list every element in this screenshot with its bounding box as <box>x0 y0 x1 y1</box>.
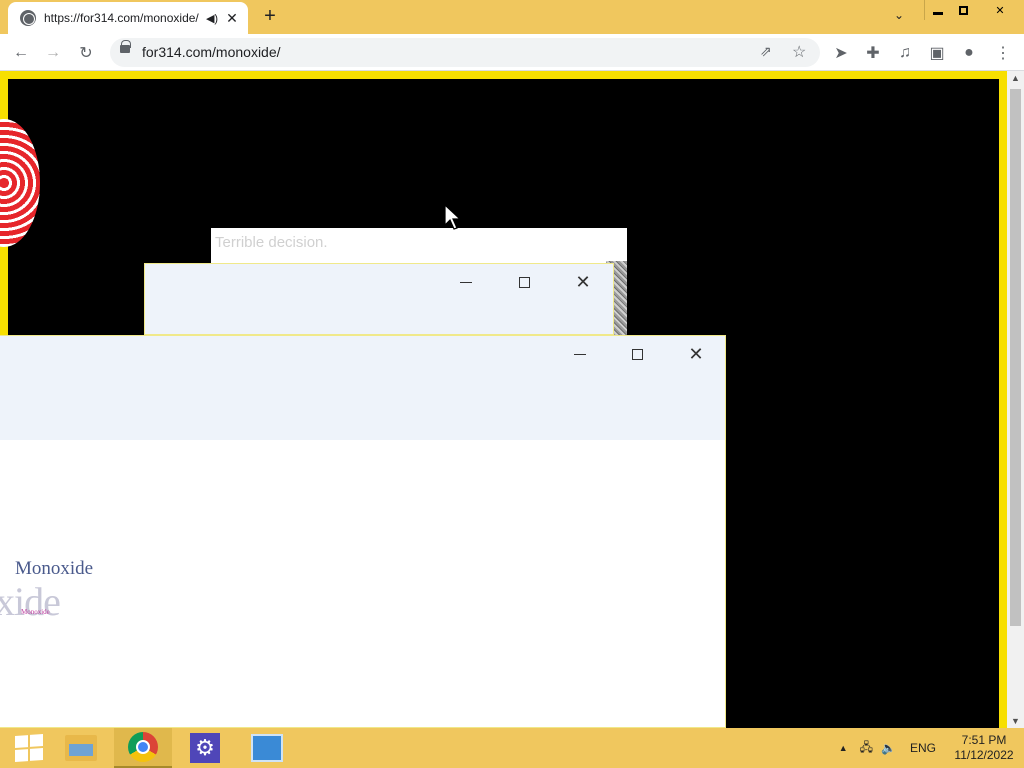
monoxide-tiny-text: Monoxide <box>21 608 50 616</box>
star-icon[interactable]: ☆ <box>792 42 806 62</box>
tab-search-icon[interactable]: ⌄ <box>890 8 908 26</box>
dialog2-maximize-button[interactable] <box>608 336 666 372</box>
dialog1-close-button[interactable]: ✕ <box>554 264 612 300</box>
network-icon[interactable]: 🖧 <box>860 738 873 759</box>
globe-icon <box>20 10 36 26</box>
monoxide-label: Monoxide <box>15 558 94 579</box>
address-url[interactable]: for314.com/monoxide/ <box>142 44 281 60</box>
address-bar[interactable]: for314.com/monoxide/ ⇗ ☆ <box>110 38 820 67</box>
lock-icon[interactable] <box>120 40 131 53</box>
message-text: Terrible decision. <box>215 234 328 251</box>
new-tab-button[interactable]: + <box>260 6 280 26</box>
share-icon[interactable]: ⇗ <box>760 43 772 60</box>
dialog2-minimize-button[interactable] <box>551 336 609 372</box>
browser-toolbar: ← → ↻ for314.com/monoxide/ ⇗ ☆ ➤ ✚ ♫ ▣ ●… <box>0 34 1024 71</box>
file-explorer-button[interactable] <box>52 728 110 768</box>
clock[interactable]: 7:51 PM 11/12/2022 <box>944 733 1024 763</box>
control-panel-taskbar-button[interactable] <box>238 728 296 768</box>
chrome-taskbar-button[interactable] <box>114 728 172 768</box>
dialog1-maximize-button[interactable] <box>495 264 553 300</box>
forward-icon[interactable]: → <box>42 42 64 64</box>
start-button[interactable] <box>0 728 58 768</box>
settings-taskbar-button[interactable]: ⚙ <box>176 728 234 768</box>
dialog1-minimize-button[interactable] <box>437 264 495 300</box>
clock-time: 7:51 PM <box>961 733 1007 747</box>
window-controls: ✕ <box>924 0 1024 20</box>
mouse-cursor-icon <box>444 204 462 230</box>
settings-icon: ⚙ <box>190 733 220 763</box>
back-icon[interactable]: ← <box>10 42 32 64</box>
extensions-icon[interactable]: ✚ <box>862 42 884 64</box>
speaker-icon[interactable]: ◀) <box>204 12 220 25</box>
tab-close-icon[interactable]: ✕ <box>224 10 240 27</box>
dialog-window-2[interactable]: ✕ Monoxide xide Monoxide <box>0 335 726 728</box>
scroll-down-icon[interactable]: ▼ <box>1011 716 1020 726</box>
dialog-window-1[interactable]: ✕ <box>144 263 614 335</box>
browser-tabstrip: https://for314.com/monoxide/ ◀) ✕ + ⌄ ✕ <box>0 0 1024 34</box>
profile-icon[interactable]: ● <box>958 42 980 64</box>
clock-date: 11/12/2022 <box>954 748 1014 762</box>
sidepanel-icon[interactable]: ▣ <box>926 42 948 64</box>
monoxide-large-text: xide <box>0 579 61 624</box>
tab-title: https://for314.com/monoxide/ <box>44 11 199 25</box>
chrome-icon <box>128 732 158 762</box>
tray-expand-icon[interactable]: ▲ <box>839 743 848 753</box>
media-icon[interactable]: ♫ <box>894 42 916 64</box>
menu-icon[interactable]: ⋮ <box>992 42 1014 64</box>
page-viewport: Terrible decision. ✕ ✕ Monoxide xide Mon… <box>0 71 1024 728</box>
file-explorer-icon <box>65 735 97 761</box>
page-scrollbar[interactable]: ▲ ▼ <box>1007 71 1024 728</box>
start-icon <box>15 734 43 762</box>
target-circle-graphic <box>0 119 40 247</box>
restore-window-button[interactable] <box>950 0 976 20</box>
message-window: Terrible decision. <box>211 228 627 264</box>
scrollbar-thumb[interactable] <box>1010 89 1021 626</box>
language-indicator[interactable]: ENG <box>910 741 936 755</box>
dialog2-close-button[interactable]: ✕ <box>667 336 725 372</box>
dialog2-content: Monoxide xide Monoxide <box>0 440 725 727</box>
taskbar: ⚙ ▲ 🖧 🔈 ENG 7:51 PM 11/12/2022 <box>0 728 1024 768</box>
cast-icon[interactable]: ➤ <box>830 42 852 64</box>
reload-icon[interactable]: ↻ <box>75 42 97 64</box>
browser-tab[interactable]: https://for314.com/monoxide/ ◀) ✕ <box>8 2 248 34</box>
scroll-up-icon[interactable]: ▲ <box>1011 73 1020 83</box>
close-window-button[interactable]: ✕ <box>976 0 1024 20</box>
volume-icon[interactable]: 🔈 <box>881 741 896 755</box>
control-panel-icon <box>251 734 283 762</box>
minimize-window-button[interactable] <box>924 0 950 20</box>
system-tray: ▲ 🖧 🔈 ENG 7:51 PM 11/12/2022 <box>839 728 1024 768</box>
